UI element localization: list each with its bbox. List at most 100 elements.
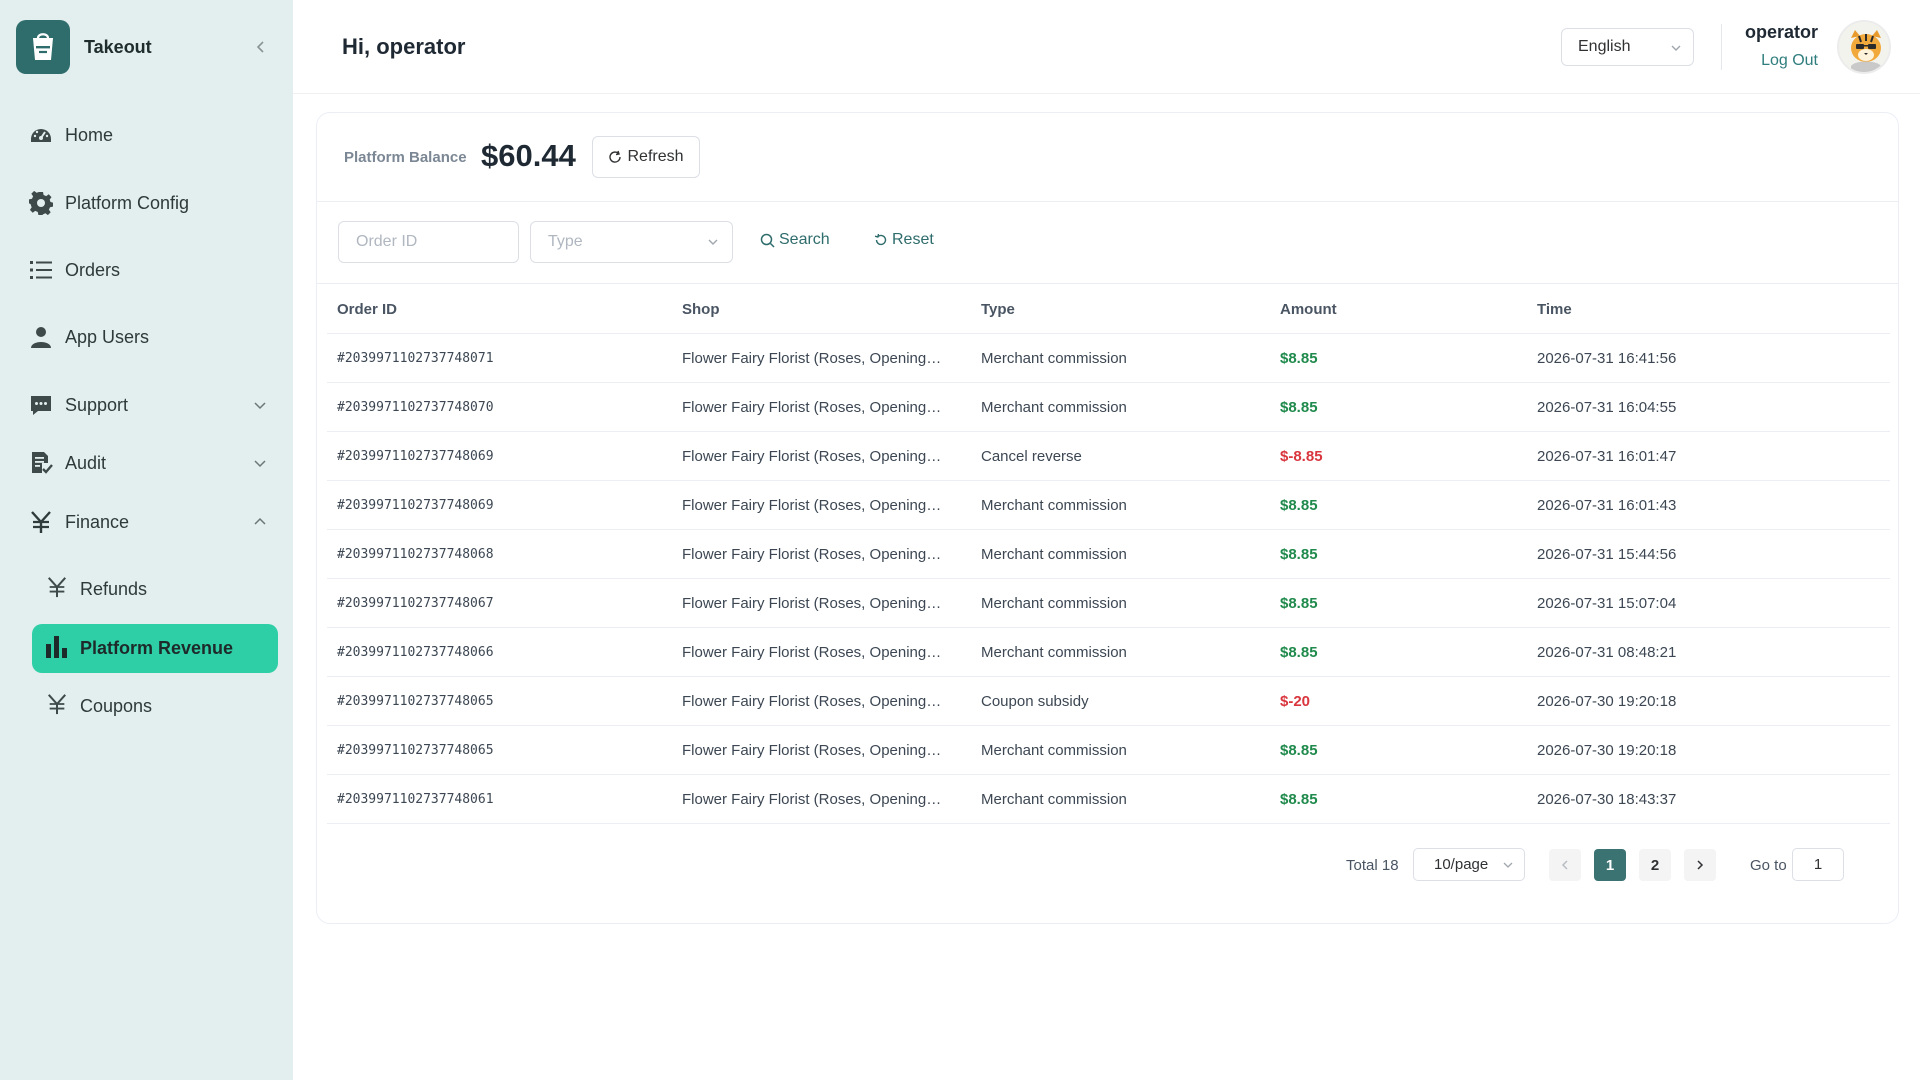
page-button-1[interactable]: 1 <box>1594 849 1626 881</box>
brand[interactable]: Takeout <box>16 20 280 74</box>
bar-chart-icon <box>46 634 68 663</box>
cell-type: Merchant commission <box>981 546 1127 563</box>
prev-page-button[interactable] <box>1549 849 1581 881</box>
sidebar-item-orders[interactable]: Orders <box>28 253 268 287</box>
type-select[interactable]: Type <box>530 221 733 263</box>
table-row[interactable]: #2039971102737748071 Flower Fairy Florist… <box>327 334 1890 383</box>
cell-time: 2026-07-31 08:48:21 <box>1537 644 1677 661</box>
search-label: Search <box>779 231 830 248</box>
sidebar-item-platform-config[interactable]: Platform Config <box>28 186 268 220</box>
cell-order-id: #2039971102737748069 <box>337 449 494 464</box>
sidebar-item-app-users[interactable]: App Users <box>28 320 268 354</box>
chat-icon <box>28 392 54 418</box>
cell-type: Coupon subsidy <box>981 693 1089 710</box>
goto-page-input[interactable] <box>1792 848 1844 881</box>
type-placeholder: Type <box>548 233 583 250</box>
chevron-down-icon <box>1503 862 1513 868</box>
sidebar-item-label: Home <box>65 124 114 145</box>
refresh-button[interactable]: Refresh <box>592 136 700 178</box>
language-select[interactable]: English <box>1561 28 1694 66</box>
column-header-amount: Amount <box>1280 301 1337 318</box>
cell-type: Merchant commission <box>981 497 1127 514</box>
sidebar-item-coupons[interactable]: Coupons <box>32 682 278 731</box>
table-row[interactable]: #2039971102737748067 Flower Fairy Florist… <box>327 579 1890 628</box>
reset-button[interactable]: Reset <box>874 231 934 249</box>
tiger-avatar-icon <box>1839 22 1889 72</box>
table-row[interactable]: #2039971102737748068 Flower Fairy Florist… <box>327 530 1890 579</box>
sidebar-item-audit[interactable]: Audit <box>28 446 268 480</box>
sidebar-item-support[interactable]: Support <box>28 388 268 422</box>
avatar[interactable] <box>1837 20 1891 74</box>
reset-icon <box>874 233 887 246</box>
app-name: Takeout <box>84 36 152 57</box>
chevron-down-icon <box>1671 45 1681 51</box>
table-row[interactable]: #2039971102737748065 Flower Fairy Florist… <box>327 677 1890 726</box>
cell-order-id: #2039971102737748066 <box>337 645 494 660</box>
user-icon <box>28 324 54 350</box>
cell-amount: $8.85 <box>1280 595 1318 612</box>
cell-shop: Flower Fairy Florist (Roses, Opening… <box>682 693 942 710</box>
table-row[interactable]: #2039971102737748069 Flower Fairy Florist… <box>327 432 1890 481</box>
chevron-down-icon <box>708 239 718 245</box>
goto-label: Go to <box>1750 857 1787 874</box>
reset-label: Reset <box>892 231 934 248</box>
cell-amount: $8.85 <box>1280 742 1318 759</box>
sidebar-item-platform-revenue[interactable]: Platform Revenue <box>32 624 278 673</box>
document-check-icon <box>28 450 54 476</box>
sidebar-item-refunds[interactable]: Refunds <box>32 565 278 614</box>
page-button-2[interactable]: 2 <box>1639 849 1671 881</box>
column-header-order-id: Order ID <box>337 301 398 318</box>
sidebar: Takeout Home Platform Config Orders App … <box>0 0 293 1080</box>
sidebar-item-home[interactable]: Home <box>28 118 268 152</box>
cell-type: Cancel reverse <box>981 448 1082 465</box>
next-page-button[interactable] <box>1684 849 1716 881</box>
cell-order-id: #2039971102737748065 <box>337 694 494 709</box>
cell-time: 2026-07-30 19:20:18 <box>1537 693 1677 710</box>
language-value: English <box>1578 38 1631 55</box>
column-header-shop: Shop <box>682 301 720 318</box>
cell-amount: $8.85 <box>1280 546 1318 563</box>
cell-type: Merchant commission <box>981 399 1127 416</box>
cell-shop: Flower Fairy Florist (Roses, Opening… <box>682 644 942 661</box>
cell-time: 2026-07-31 15:07:04 <box>1537 595 1677 612</box>
cell-order-id: #2039971102737748071 <box>337 351 494 366</box>
balance-label: Platform Balance <box>344 149 467 166</box>
table-row[interactable]: #2039971102737748066 Flower Fairy Florist… <box>327 628 1890 677</box>
table-row[interactable]: #2039971102737748070 Flower Fairy Florist… <box>327 383 1890 432</box>
top-header: Hi, operator English operator Log Out <box>293 0 1920 94</box>
order-id-input[interactable] <box>338 221 519 263</box>
cell-amount: $8.85 <box>1280 350 1318 367</box>
gear-icon <box>28 190 54 216</box>
balance-bar: Platform Balance $60.44 Refresh <box>317 113 1898 202</box>
user-name: operator <box>1744 22 1818 42</box>
cell-shop: Flower Fairy Florist (Roses, Opening… <box>682 595 942 612</box>
dashboard-icon <box>28 122 54 148</box>
cell-time: 2026-07-31 16:01:43 <box>1537 497 1677 514</box>
cell-amount: $8.85 <box>1280 497 1318 514</box>
search-button[interactable]: Search <box>760 231 830 249</box>
logout-link[interactable]: Log Out <box>1761 52 1818 70</box>
sidebar-item-label: Platform Revenue <box>80 638 234 658</box>
cell-time: 2026-07-31 16:04:55 <box>1537 399 1677 416</box>
yen-icon <box>46 692 68 721</box>
sidebar-item-label: Coupons <box>80 696 153 716</box>
chevron-down-icon <box>254 402 266 410</box>
search-icon <box>760 233 775 248</box>
cell-shop: Flower Fairy Florist (Roses, Opening… <box>682 399 942 416</box>
page-size-select[interactable]: 10/page <box>1413 848 1525 881</box>
sidebar-item-label: Audit <box>65 452 107 473</box>
cell-shop: Flower Fairy Florist (Roses, Opening… <box>682 791 942 808</box>
refresh-label: Refresh <box>627 148 684 165</box>
table-row[interactable]: #2039971102737748069 Flower Fairy Florist… <box>327 481 1890 530</box>
sidebar-item-label: Platform Config <box>65 192 190 213</box>
yen-icon <box>28 509 54 535</box>
sidebar-item-finance[interactable]: Finance <box>28 505 268 539</box>
sidebar-item-label: Refunds <box>80 579 148 599</box>
takeout-bag-icon <box>16 20 70 74</box>
cell-time: 2026-07-31 16:41:56 <box>1537 350 1677 367</box>
table-row[interactable]: #2039971102737748065 Flower Fairy Florist… <box>327 726 1890 775</box>
sidebar-item-label: Support <box>65 394 129 415</box>
cell-shop: Flower Fairy Florist (Roses, Opening… <box>682 497 942 514</box>
table-row[interactable]: #2039971102737748061 Flower Fairy Florist… <box>327 775 1890 824</box>
collapse-sidebar-icon[interactable] <box>252 38 270 56</box>
